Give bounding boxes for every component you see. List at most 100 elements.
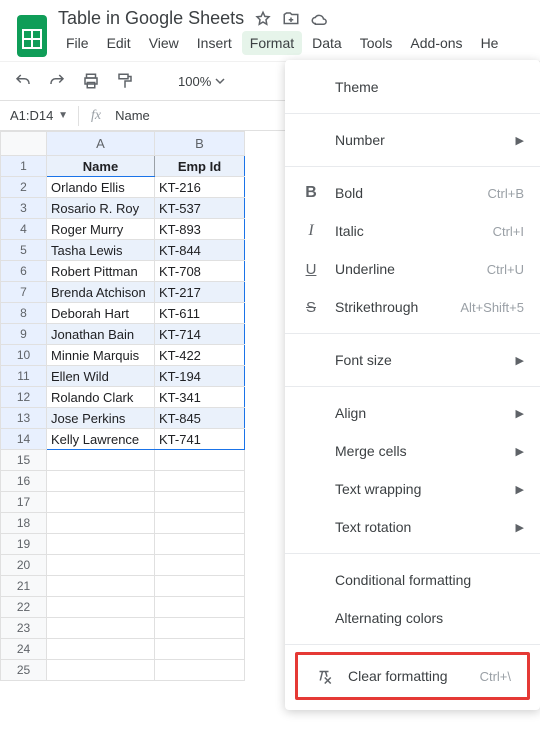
row-header[interactable]: 14 — [1, 429, 47, 450]
row-header[interactable]: 25 — [1, 660, 47, 681]
cell[interactable]: KT-611 — [155, 303, 245, 324]
cell[interactable] — [47, 660, 155, 681]
row-header[interactable]: 7 — [1, 282, 47, 303]
col-header[interactable]: B — [155, 132, 245, 156]
row-header[interactable]: 13 — [1, 408, 47, 429]
menu-edit[interactable]: Edit — [99, 31, 139, 55]
cell[interactable] — [155, 450, 245, 471]
cell[interactable]: Minnie Marquis — [47, 345, 155, 366]
menu-strikethrough[interactable]: S Strikethrough Alt+Shift+5 — [285, 288, 540, 326]
cell[interactable] — [47, 492, 155, 513]
cell[interactable] — [47, 534, 155, 555]
menu-addons[interactable]: Add-ons — [402, 31, 470, 55]
menu-tools[interactable]: Tools — [352, 31, 401, 55]
cell[interactable] — [47, 597, 155, 618]
zoom-select[interactable]: 100% — [172, 74, 231, 89]
menu-underline[interactable]: U Underline Ctrl+U — [285, 250, 540, 288]
cell[interactable] — [47, 513, 155, 534]
sheets-logo-icon[interactable] — [14, 12, 50, 60]
row-header[interactable]: 15 — [1, 450, 47, 471]
cell[interactable]: KT-708 — [155, 261, 245, 282]
cell[interactable]: Orlando Ellis — [47, 177, 155, 198]
cell[interactable]: KT-893 — [155, 219, 245, 240]
menu-theme[interactable]: Theme — [285, 68, 540, 106]
menu-number[interactable]: Number ▶ — [285, 121, 540, 159]
menu-merge-cells[interactable]: Merge cells ▶ — [285, 432, 540, 470]
menu-help[interactable]: He — [473, 31, 507, 55]
redo-icon[interactable] — [44, 68, 70, 94]
cell[interactable]: Ellen Wild — [47, 366, 155, 387]
cell[interactable]: Jonathan Bain — [47, 324, 155, 345]
paint-format-icon[interactable] — [112, 68, 138, 94]
menu-text-rotation[interactable]: Text rotation ▶ — [285, 508, 540, 546]
cell[interactable]: KT-217 — [155, 282, 245, 303]
cell[interactable] — [47, 471, 155, 492]
cell[interactable]: Rosario R. Roy — [47, 198, 155, 219]
row-header[interactable]: 3 — [1, 198, 47, 219]
cell[interactable]: KT-216 — [155, 177, 245, 198]
select-all-corner[interactable] — [1, 132, 47, 156]
print-icon[interactable] — [78, 68, 104, 94]
menu-italic[interactable]: I Italic Ctrl+I — [285, 212, 540, 250]
row-header[interactable]: 9 — [1, 324, 47, 345]
row-header[interactable]: 24 — [1, 639, 47, 660]
menu-file[interactable]: File — [58, 31, 97, 55]
cell[interactable] — [155, 534, 245, 555]
row-header[interactable]: 18 — [1, 513, 47, 534]
document-title[interactable]: Table in Google Sheets — [58, 8, 244, 29]
row-header[interactable]: 2 — [1, 177, 47, 198]
formula-value[interactable]: Name — [107, 108, 150, 123]
cell[interactable]: KT-194 — [155, 366, 245, 387]
cell[interactable] — [155, 576, 245, 597]
cell[interactable]: KT-714 — [155, 324, 245, 345]
row-header[interactable]: 17 — [1, 492, 47, 513]
cell[interactable]: Robert Pittman — [47, 261, 155, 282]
cell[interactable]: Rolando Clark — [47, 387, 155, 408]
cell[interactable] — [47, 639, 155, 660]
cell[interactable]: KT-844 — [155, 240, 245, 261]
menu-font-size[interactable]: Font size ▶ — [285, 341, 540, 379]
cell[interactable] — [155, 471, 245, 492]
row-header[interactable]: 22 — [1, 597, 47, 618]
menu-view[interactable]: View — [141, 31, 187, 55]
col-header[interactable]: A — [47, 132, 155, 156]
row-header[interactable]: 10 — [1, 345, 47, 366]
cell[interactable] — [155, 618, 245, 639]
menu-text-wrapping[interactable]: Text wrapping ▶ — [285, 470, 540, 508]
menu-data[interactable]: Data — [304, 31, 350, 55]
cell[interactable]: Emp Id — [155, 156, 245, 177]
row-header[interactable]: 16 — [1, 471, 47, 492]
cell[interactable] — [155, 597, 245, 618]
menu-clear-formatting[interactable]: Clear formatting Ctrl+\ — [298, 655, 527, 697]
menu-bold[interactable]: B Bold Ctrl+B — [285, 174, 540, 212]
cell[interactable] — [47, 450, 155, 471]
cell[interactable]: Roger Murry — [47, 219, 155, 240]
cloud-icon[interactable] — [310, 10, 328, 28]
cell[interactable]: KT-422 — [155, 345, 245, 366]
cell[interactable]: Brenda Atchison — [47, 282, 155, 303]
cell[interactable]: KT-741 — [155, 429, 245, 450]
cell[interactable] — [47, 555, 155, 576]
row-header[interactable]: 12 — [1, 387, 47, 408]
cell[interactable]: Kelly Lawrence — [47, 429, 155, 450]
row-header[interactable]: 8 — [1, 303, 47, 324]
row-header[interactable]: 11 — [1, 366, 47, 387]
cell[interactable] — [47, 618, 155, 639]
row-header[interactable]: 23 — [1, 618, 47, 639]
star-icon[interactable] — [254, 10, 272, 28]
name-box[interactable]: A1:D14 ▼ — [0, 108, 72, 123]
cell[interactable]: KT-537 — [155, 198, 245, 219]
row-header[interactable]: 19 — [1, 534, 47, 555]
cell[interactable] — [155, 639, 245, 660]
cell[interactable]: KT-845 — [155, 408, 245, 429]
cell[interactable] — [155, 492, 245, 513]
row-header[interactable]: 21 — [1, 576, 47, 597]
cell[interactable] — [47, 576, 155, 597]
cell[interactable] — [155, 513, 245, 534]
menu-format[interactable]: Format — [242, 31, 302, 55]
menu-conditional-formatting[interactable]: Conditional formatting — [285, 561, 540, 599]
cell[interactable]: Jose Perkins — [47, 408, 155, 429]
row-header[interactable]: 20 — [1, 555, 47, 576]
row-header[interactable]: 6 — [1, 261, 47, 282]
cell[interactable]: Deborah Hart — [47, 303, 155, 324]
